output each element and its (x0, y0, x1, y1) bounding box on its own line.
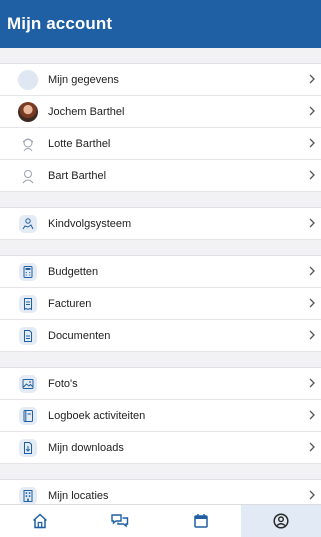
chevron-right-icon (309, 378, 315, 388)
chevron-right-icon (309, 138, 315, 148)
logbook-icon (18, 406, 38, 426)
menu-item-lotte-barthel[interactable]: Lotte Barthel (0, 128, 321, 160)
menu-item-budgetten[interactable]: Budgetten (0, 256, 321, 288)
menu-item-kindvolgsysteem[interactable]: Kindvolgsysteem (0, 208, 321, 240)
calendar-icon (193, 514, 208, 528)
menu-item-mijn-gegevens[interactable]: Mijn gegevens (0, 64, 321, 96)
chat-icon (111, 514, 129, 528)
menu-item-label: Budgetten (48, 265, 99, 278)
menu-item-label: Lotte Barthel (48, 137, 111, 150)
page-title: Mijn account (7, 14, 113, 33)
menu-item-facturen[interactable]: Facturen (0, 288, 321, 320)
section-gap (0, 464, 321, 480)
child-outline-icon (18, 134, 38, 154)
menu-item-logboek-activiteiten[interactable]: Logboek activiteiten (0, 400, 321, 432)
menu-item-label: Foto's (48, 377, 78, 390)
menu-item-label: Kindvolgsysteem (48, 217, 132, 230)
chevron-right-icon (309, 218, 315, 228)
menu-item-label: Facturen (48, 297, 92, 310)
chevron-right-icon (309, 74, 315, 84)
tab-calendar[interactable] (161, 505, 241, 537)
chevron-right-icon (309, 410, 315, 420)
section-gap (0, 48, 321, 64)
home-icon (33, 513, 48, 529)
avatar-placeholder-icon (18, 70, 38, 90)
menu-item-label: Documenten (48, 329, 111, 342)
menu-item-mijn-locaties[interactable]: Mijn locaties (0, 480, 321, 504)
menu-item-label: Mijn downloads (48, 441, 124, 454)
chevron-right-icon (309, 266, 315, 276)
profile-photo (18, 102, 38, 122)
account-icon (273, 513, 289, 529)
chevron-right-icon (309, 330, 315, 340)
section-gap (0, 240, 321, 256)
menu-item-mijn-downloads[interactable]: Mijn downloads (0, 432, 321, 464)
invoice-icon (18, 294, 38, 314)
tab-account[interactable] (240, 505, 321, 537)
tab-home[interactable] (0, 505, 80, 537)
menu-item-label: Jochem Barthel (48, 105, 125, 118)
chevron-right-icon (309, 106, 315, 116)
chevron-right-icon (309, 170, 315, 180)
menu-item-label: Mijn locaties (48, 489, 109, 502)
tab-messages[interactable] (80, 505, 160, 537)
menu-item-documenten[interactable]: Documenten (0, 320, 321, 352)
menu-item-label: Bart Barthel (48, 169, 107, 182)
chevron-right-icon (309, 298, 315, 308)
section-gap (0, 352, 321, 368)
child-tracking-icon (18, 214, 38, 234)
chevron-right-icon (309, 490, 315, 500)
chevron-right-icon (309, 442, 315, 452)
app-header: Mijn account (0, 0, 321, 48)
section-gap (0, 192, 321, 208)
download-icon (18, 438, 38, 458)
menu-item-label: Mijn gegevens (48, 73, 119, 86)
calculator-icon (18, 262, 38, 282)
menu-item-label: Logboek activiteiten (48, 409, 146, 422)
menu-item-jochem-barthel[interactable]: Jochem Barthel (0, 96, 321, 128)
person-outline-icon (18, 166, 38, 186)
account-menu: Mijn gegevens Jochem Barthel Lotte Barth… (0, 48, 321, 504)
bottom-tab-bar (0, 504, 321, 537)
document-icon (18, 326, 38, 346)
menu-item-fotos[interactable]: Foto's (0, 368, 321, 400)
photo-icon (18, 374, 38, 394)
menu-item-bart-barthel[interactable]: Bart Barthel (0, 160, 321, 192)
building-icon (18, 486, 38, 504)
